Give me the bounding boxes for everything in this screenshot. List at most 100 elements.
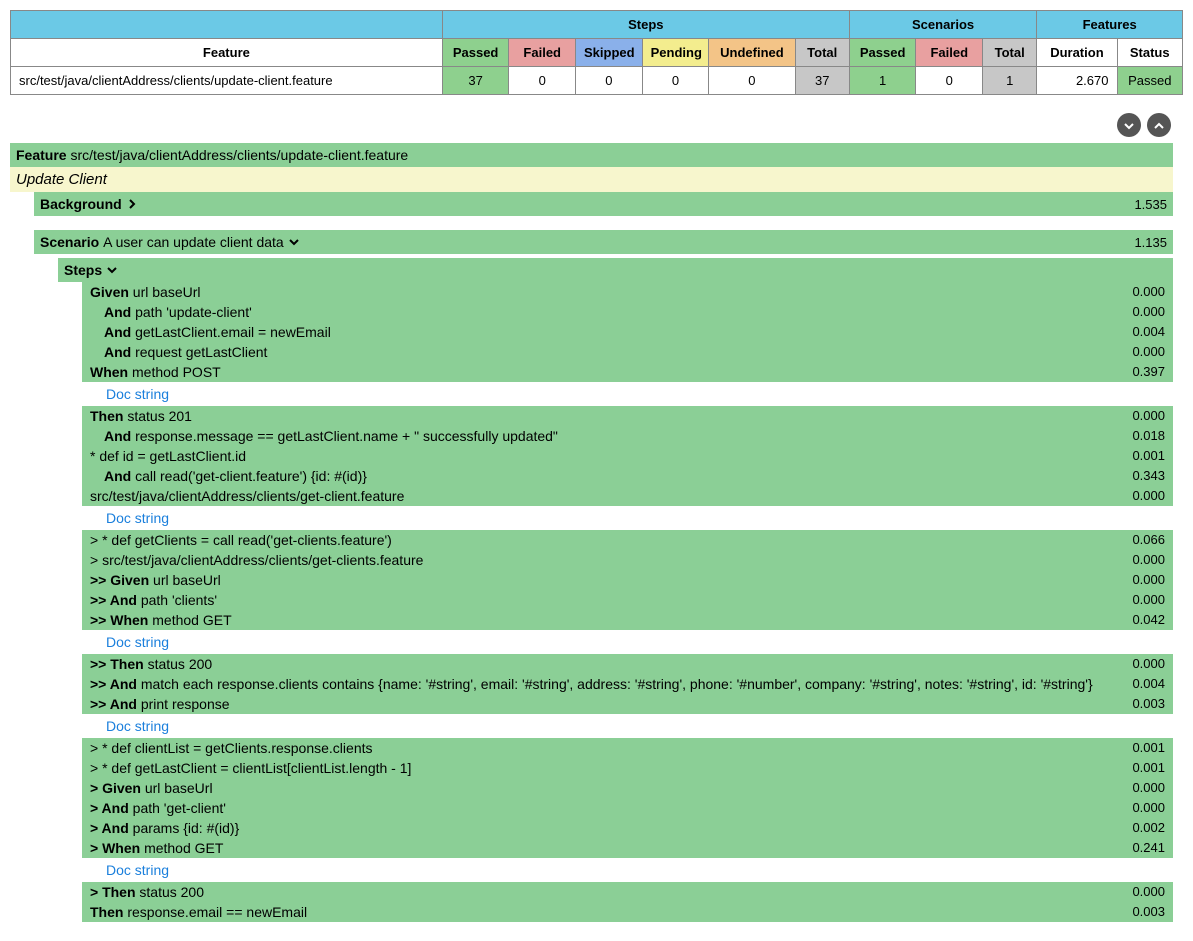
step-text: > When method GET: [90, 840, 223, 856]
step-duration: 0.000: [1132, 284, 1165, 300]
step-body: method POST: [132, 364, 221, 380]
col-status: Status: [1117, 39, 1183, 67]
feature-header: Feature src/test/java/clientAddress/clie…: [10, 143, 1173, 167]
header-scenarios: Scenarios: [849, 11, 1036, 39]
step-body: response.email == newEmail: [127, 904, 307, 920]
step-keyword: >> When: [90, 612, 148, 628]
doc-string-link[interactable]: Doc string: [82, 858, 1173, 882]
step-line: And call read('get-client.feature') {id:…: [82, 466, 1173, 486]
step-keyword: >> And: [90, 696, 137, 712]
step-line: * def id = getLastClient.id0.001: [82, 446, 1173, 466]
step-duration: 0.066: [1132, 532, 1165, 548]
step-line: > Given url baseUrl0.000: [82, 778, 1173, 798]
scenario-label: Scenario: [40, 234, 99, 250]
step-line: >> And print response0.003: [82, 694, 1173, 714]
chevron-right-icon: [126, 198, 138, 210]
step-keyword: Then: [90, 904, 123, 920]
step-group: > Then status 2000.000Then response.emai…: [82, 882, 1173, 922]
step-body: status 200: [148, 656, 213, 672]
step-duration: 0.000: [1132, 408, 1165, 424]
step-text: >> Given url baseUrl: [90, 572, 221, 588]
steps-label: Steps: [64, 262, 102, 278]
chevron-down-icon: [288, 236, 300, 248]
step-body: method GET: [152, 612, 231, 628]
step-text: >> When method GET: [90, 612, 232, 628]
cell-sc-passed: 1: [849, 67, 916, 95]
background-time: 1.535: [1134, 197, 1167, 212]
cell-pending: 0: [642, 67, 709, 95]
step-duration: 0.003: [1132, 904, 1165, 920]
step-duration: 0.002: [1132, 820, 1165, 836]
scenario-name: A user can update client data: [103, 234, 284, 250]
scenario-bar[interactable]: Scenario A user can update client data 1…: [34, 230, 1173, 254]
step-line: src/test/java/clientAddress/clients/get-…: [82, 486, 1173, 506]
step-keyword: >> Given: [90, 572, 149, 588]
step-keyword: And: [104, 344, 131, 360]
step-body: status 201: [127, 408, 192, 424]
step-text: > And params {id: #(id)}: [90, 820, 239, 836]
background-bar[interactable]: Background 1.535: [34, 192, 1173, 216]
cell-passed: 37: [442, 67, 509, 95]
cell-feature-path[interactable]: src/test/java/clientAddress/clients/upda…: [11, 67, 443, 95]
step-body: > * def getClients = call read('get-clie…: [90, 532, 392, 548]
step-body: path 'update-client': [135, 304, 252, 320]
step-text: * def id = getLastClient.id: [90, 448, 246, 464]
cell-status: Passed: [1117, 67, 1183, 95]
step-duration: 0.042: [1132, 612, 1165, 628]
step-body: match each response.clients contains {na…: [141, 676, 1093, 692]
step-text: >> Then status 200: [90, 656, 212, 672]
steps-bar[interactable]: Steps: [58, 258, 1173, 282]
step-keyword: > And: [90, 820, 129, 836]
table-row: src/test/java/clientAddress/clients/upda…: [11, 67, 1183, 95]
cell-undefined: 0: [709, 67, 795, 95]
step-body: print response: [141, 696, 230, 712]
doc-string-link[interactable]: Doc string: [82, 714, 1173, 738]
step-text: > * def getClients = call read('get-clie…: [90, 532, 392, 548]
step-line: And path 'update-client'0.000: [82, 302, 1173, 322]
step-line: >> Then status 2000.000: [82, 654, 1173, 674]
cell-total: 37: [795, 67, 849, 95]
scenario-time: 1.135: [1134, 235, 1167, 250]
col-failed: Failed: [509, 39, 576, 67]
step-line: > * def getLastClient = clientList[clien…: [82, 758, 1173, 778]
chevron-down-icon: [1123, 120, 1135, 132]
step-text: Then response.email == newEmail: [90, 904, 307, 920]
step-text: And request getLastClient: [90, 344, 267, 360]
col-sc-total: Total: [983, 39, 1037, 67]
step-body: > src/test/java/clientAddress/clients/ge…: [90, 552, 423, 568]
step-body: src/test/java/clientAddress/clients/get-…: [90, 488, 404, 504]
step-text: >> And match each response.clients conta…: [90, 676, 1093, 692]
expand-all-button[interactable]: [1117, 113, 1141, 137]
cell-sc-total: 1: [983, 67, 1037, 95]
step-duration: 0.000: [1132, 304, 1165, 320]
step-text: >> And print response: [90, 696, 230, 712]
step-duration: 0.000: [1132, 572, 1165, 588]
step-line: > When method GET0.241: [82, 838, 1173, 858]
collapse-all-button[interactable]: [1147, 113, 1171, 137]
step-duration: 0.000: [1132, 344, 1165, 360]
doc-string-link[interactable]: Doc string: [82, 506, 1173, 530]
step-text: When method POST: [90, 364, 221, 380]
step-group: > * def getClients = call read('get-clie…: [82, 530, 1173, 630]
doc-string-link[interactable]: Doc string: [82, 630, 1173, 654]
step-text: Given url baseUrl: [90, 284, 201, 300]
step-body: > * def clientList = getClients.response…: [90, 740, 373, 756]
step-duration: 0.343: [1132, 468, 1165, 484]
step-keyword: >> Then: [90, 656, 144, 672]
step-body: params {id: #(id)}: [133, 820, 240, 836]
step-body: call read('get-client.feature') {id: #(i…: [135, 468, 367, 484]
step-line: >> When method GET 0.042: [82, 610, 1173, 630]
header-steps: Steps: [442, 11, 849, 39]
step-duration: 0.397: [1132, 364, 1165, 380]
step-duration: 0.004: [1132, 676, 1165, 692]
step-body: url baseUrl: [153, 572, 221, 588]
cell-duration: 2.670: [1037, 67, 1117, 95]
step-text: > Given url baseUrl: [90, 780, 213, 796]
step-keyword: >> And: [90, 676, 137, 692]
step-text: > src/test/java/clientAddress/clients/ge…: [90, 552, 423, 568]
doc-string-link[interactable]: Doc string: [82, 382, 1173, 406]
chevron-down-icon: [106, 264, 118, 276]
col-feature: Feature: [11, 39, 443, 67]
step-duration: 0.000: [1132, 552, 1165, 568]
step-group: Given url baseUrl 0.000 And path 'update-c…: [82, 282, 1173, 382]
